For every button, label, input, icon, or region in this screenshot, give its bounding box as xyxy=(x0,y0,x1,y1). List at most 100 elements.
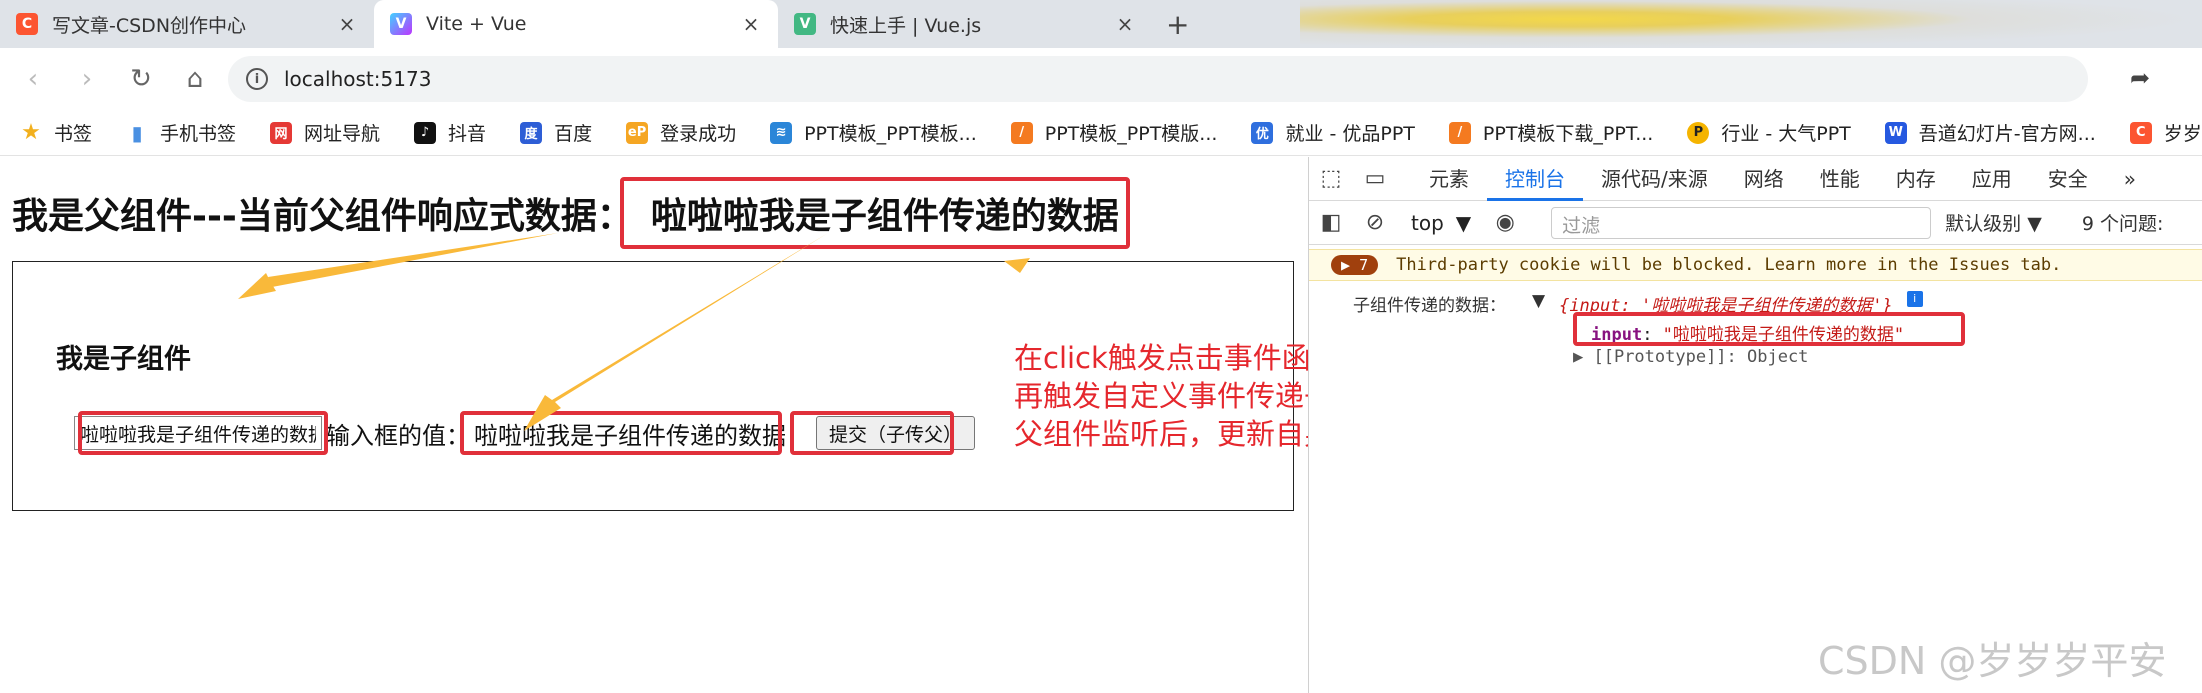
tab-csdn[interactable]: C 写文章-CSDN创作中心 × xyxy=(0,0,374,48)
site-info-icon[interactable]: i xyxy=(246,68,268,90)
tab-close-icon[interactable]: × xyxy=(1114,12,1136,36)
warning-count-badge: ▶ 7 xyxy=(1331,255,1379,275)
phone-icon: ▮ xyxy=(131,120,143,145)
bookmark-label: 登录成功 xyxy=(660,123,737,145)
bookmark-label: 吾道幻灯片-官方网... xyxy=(1918,123,2096,145)
console-toolbar: ◧ ⊘ top ▼ ◉ 过滤 默认级别 ▼ 9 个问题: xyxy=(1309,201,2202,245)
address-bar: ‹ › ↻ ⌂ i localhost:5173 ➦ xyxy=(0,48,2202,110)
bookmark-label: 岁岁岁平安 -CSD xyxy=(2163,123,2202,145)
bookmark-item[interactable]: ▮ 手机书签 xyxy=(126,119,237,146)
log-label: 子组件传递的数据： xyxy=(1353,296,1506,316)
tab-label: 写文章-CSDN创作中心 xyxy=(52,14,247,37)
collapsed-triangle-icon: ▶ xyxy=(1573,347,1594,367)
back-icon[interactable]: ‹ xyxy=(6,64,60,94)
csdn-favicon-icon: C xyxy=(16,13,38,35)
bookmark-item[interactable]: / PPT模板下载_PPT... xyxy=(1448,119,1654,146)
highlight-console-prop xyxy=(1573,312,1965,346)
sidebar-toggle-icon[interactable]: ◧ xyxy=(1309,210,1353,235)
arrow-to-bound xyxy=(524,233,828,431)
cookie-warning[interactable]: ▶ 7 Third-party cookie will be blocked. … xyxy=(1309,249,2202,281)
bookmark-item[interactable]: 优就业 - 优品PPT xyxy=(1251,119,1415,146)
bookmark-item[interactable]: ≋ PPT模板_PPT模板... xyxy=(770,119,977,146)
tab-network[interactable]: 网络 xyxy=(1726,157,1802,201)
tab-close-icon[interactable]: × xyxy=(740,12,762,36)
reload-icon[interactable]: ↻ xyxy=(114,64,168,94)
annotation-arrows xyxy=(238,233,1030,431)
wudao-icon: W xyxy=(1884,121,1907,144)
devtools-tab-bar: ⬚ ▭ 元素 控制台 源代码/来源 网络 性能 内存 应用 安全 » xyxy=(1309,157,2202,201)
forward-icon[interactable]: › xyxy=(60,64,114,94)
expand-triangle-icon[interactable]: ▼ xyxy=(1532,291,1545,316)
bookmark-item[interactable]: 网网址导航 xyxy=(270,119,380,146)
bookmark-label: 书签 xyxy=(54,123,93,145)
arrow-to-input xyxy=(238,233,558,299)
bookmark-label: 就业 - 优品PPT xyxy=(1285,123,1415,145)
csdn-icon: C xyxy=(2129,121,2152,144)
baidu-icon: 度 xyxy=(520,121,543,144)
tab-label: 快速上手 | Vue.js xyxy=(830,14,982,37)
tab-vite-vue[interactable]: V Vite + Vue × xyxy=(374,0,778,48)
log-levels-dropdown[interactable]: 默认级别 ▼ xyxy=(1945,209,2042,236)
tab-console[interactable]: 控制台 xyxy=(1487,157,1583,201)
csdn-watermark: CSDN @岁岁岁平安 xyxy=(1818,639,2167,683)
dropdown-icon: ▼ xyxy=(1455,210,1472,235)
context-selector[interactable]: top ▼ xyxy=(1411,211,1471,235)
bookmark-label: PPT模板_PPT模板... xyxy=(804,123,977,145)
console-filter-input[interactable]: 过滤 xyxy=(1551,206,1932,239)
arrow-to-parent xyxy=(882,258,1030,401)
context-label: top xyxy=(1411,210,1444,235)
bookmark-item[interactable]: / PPT模板_PPT模版... xyxy=(1010,119,1218,146)
home-icon[interactable]: ⌂ xyxy=(168,64,222,94)
log-prototype[interactable]: ▶ [[Prototype]]: Object xyxy=(1573,347,1808,367)
bookmark-label: PPT模板_PPT模版... xyxy=(1044,123,1218,145)
bookmark-item[interactable]: 度百度 xyxy=(520,119,592,146)
warning-count: 7 xyxy=(1359,256,1369,274)
ep-icon: eP xyxy=(626,121,649,144)
tab-close-icon[interactable]: × xyxy=(336,12,358,36)
background-blur xyxy=(1300,0,2200,48)
inspect-element-icon[interactable]: ⬚ xyxy=(1309,166,1353,191)
arrow-to-input-body xyxy=(268,233,558,287)
bookmark-item[interactable]: P 行业 - 大气PPT xyxy=(1687,119,1851,146)
more-tabs-icon[interactable]: » xyxy=(2106,157,2154,201)
vue-favicon-icon: V xyxy=(794,13,816,35)
tab-security[interactable]: 安全 xyxy=(2030,157,2106,201)
tab-label: Vite + Vue xyxy=(426,13,527,35)
bookmark-item[interactable]: C 岁岁岁平安 -CSD xyxy=(2129,119,2202,146)
daqi-icon: P xyxy=(1687,121,1710,144)
vite-favicon-icon: V xyxy=(390,13,412,35)
device-toolbar-icon[interactable]: ▭ xyxy=(1353,166,1397,191)
prototype-text: [[Prototype]]: Object xyxy=(1593,347,1809,367)
bookmark-label: 抖音 xyxy=(448,123,487,145)
eye-icon[interactable]: ◉ xyxy=(1483,210,1527,235)
bookmark-item[interactable]: W 吾道幻灯片-官方网... xyxy=(1884,119,2096,146)
tab-vuejs[interactable]: V 快速上手 | Vue.js × xyxy=(778,0,1152,48)
warning-text: Third-party cookie will be blocked. Lear… xyxy=(1396,255,2062,275)
share-icon[interactable]: ➦ xyxy=(2130,64,2150,92)
page-viewport: 我是父组件---当前父组件响应式数据：啦啦啦我是子组件传递的数据 我是子组件 输… xyxy=(0,157,1507,693)
bookmark-label: PPT模板下载_PPT... xyxy=(1482,123,1654,145)
tab-memory[interactable]: 内存 xyxy=(1878,157,1954,201)
bookmark-label: 行业 - 大气PPT xyxy=(1721,123,1851,145)
ppt-site-icon: / xyxy=(1010,121,1033,144)
tab-performance[interactable]: 性能 xyxy=(1802,157,1878,201)
devtools-panel: ⬚ ▭ 元素 控制台 源代码/来源 网络 性能 内存 应用 安全 » ◧ ⊘ t… xyxy=(1308,157,2202,693)
tab-elements[interactable]: 元素 xyxy=(1411,157,1487,201)
new-tab-button[interactable]: + xyxy=(1152,8,1203,41)
tab-application[interactable]: 应用 xyxy=(1954,157,2030,201)
bookmarks-bar: ★ 书签 ▮ 手机书签 网网址导航 ♪ 抖音 度百度 eP 登录成功 ≋ PPT模板_PP… xyxy=(0,110,2202,156)
tab-sources[interactable]: 源代码/来源 xyxy=(1583,157,1726,201)
bookmark-label: 手机书签 xyxy=(160,123,237,145)
douyin-icon: ♪ xyxy=(414,121,437,144)
bookmark-item[interactable]: ♪ 抖音 xyxy=(414,119,486,146)
bookmark-item[interactable]: ★ 书签 xyxy=(20,119,92,146)
issues-counter[interactable]: 9 个问题: xyxy=(2082,209,2164,236)
browser-window: C 写文章-CSDN创作中心 × V Vite + Vue × V 快速上手 |… xyxy=(0,0,2202,693)
nav-site-icon: 网 xyxy=(270,121,293,144)
url-field[interactable]: i localhost:5173 xyxy=(228,56,2088,102)
bookmark-label: 百度 xyxy=(554,123,593,145)
bookmark-item[interactable]: eP 登录成功 xyxy=(626,119,736,146)
bookmark-label: 网址导航 xyxy=(304,123,381,145)
tab-strip: C 写文章-CSDN创作中心 × V Vite + Vue × V 快速上手 |… xyxy=(0,0,2202,48)
clear-console-icon[interactable]: ⊘ xyxy=(1353,210,1397,235)
